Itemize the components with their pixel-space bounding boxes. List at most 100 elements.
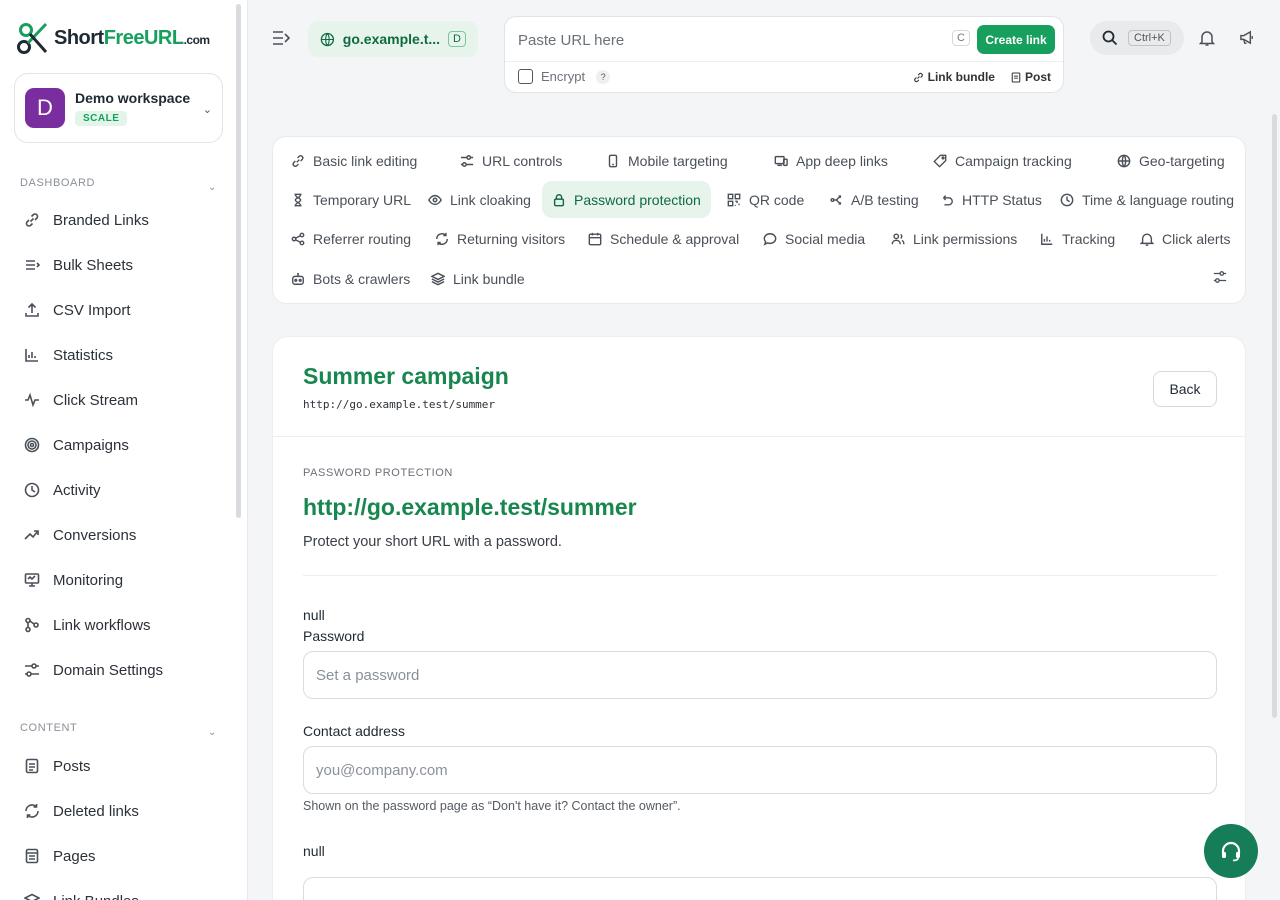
sidebar-item-label: Campaigns <box>53 436 129 454</box>
sidebar-item-label: Monitoring <box>53 571 124 589</box>
clock-icon <box>24 482 40 498</box>
chat-icon <box>763 232 777 246</box>
tab-mobile-targeting[interactable]: Mobile targeting <box>596 142 738 179</box>
post-button[interactable]: Post <box>1011 70 1051 84</box>
password-input[interactable]: Set a password <box>303 651 1217 699</box>
section-label-dashboard: DASHBOARD <box>20 177 96 189</box>
tab-campaign-tracking[interactable]: Campaign tracking <box>923 142 1082 179</box>
megaphone-icon[interactable] <box>1239 29 1256 46</box>
password-label: Password <box>303 628 365 644</box>
clock-icon <box>1060 193 1074 206</box>
search-shortcut: Ctrl+K <box>1128 30 1171 46</box>
tabs-settings-icon[interactable] <box>1213 270 1227 284</box>
search-button[interactable]: Ctrl+K <box>1090 21 1184 55</box>
short-url: http://go.example.test/summer <box>303 398 496 411</box>
sidebar-item-conversions[interactable]: Conversions <box>24 524 136 546</box>
tab-password-protection[interactable]: Password protection <box>542 181 711 218</box>
sidebar-item-domain-settings[interactable]: Domain Settings <box>24 659 163 681</box>
sidebar-item-pages[interactable]: Pages <box>24 845 96 867</box>
tab-referrer-routing[interactable]: Referrer routing <box>281 220 421 257</box>
tab-link-cloaking[interactable]: Link cloaking <box>418 181 541 218</box>
sidebar-item-csv-import[interactable]: CSV Import <box>24 299 131 321</box>
sidebar-item-statistics[interactable]: Statistics <box>24 344 113 366</box>
domain-name: go.example.t... <box>342 31 441 47</box>
tab-label: Temporary URL <box>313 191 412 208</box>
chevron-down-icon[interactable]: ⌄ <box>208 182 216 193</box>
tab-tracking[interactable]: Tracking <box>1030 220 1125 257</box>
tab-label: Time & language routing <box>1082 191 1235 208</box>
bell-icon[interactable] <box>1199 29 1215 47</box>
globe-icon <box>320 32 335 46</box>
support-button[interactable] <box>1204 824 1258 878</box>
divider <box>273 436 1245 437</box>
phone-icon <box>608 154 618 167</box>
tab-label: Link cloaking <box>450 191 531 208</box>
tab-geo-targeting[interactable]: Geo-targeting <box>1107 142 1235 179</box>
tab-label: Mobile targeting <box>628 152 728 169</box>
calendar-icon <box>588 232 602 245</box>
tab-link-bundle[interactable]: Link bundle <box>421 260 535 297</box>
link-icon <box>292 154 304 167</box>
chevron-down-icon[interactable]: ⌄ <box>208 727 216 738</box>
sidebar-item-deleted-links[interactable]: Deleted links <box>24 800 139 822</box>
back-button[interactable]: Back <box>1153 371 1217 407</box>
tab-a-b-testing[interactable]: A/B testing <box>819 181 929 218</box>
domain-selector[interactable]: go.example.t... D <box>308 21 478 57</box>
tab-label: Geo-targeting <box>1139 152 1225 169</box>
create-link-box: Paste URL here C Create link Encrypt ? L… <box>504 16 1064 93</box>
encrypt-option[interactable]: Encrypt ? <box>518 69 611 84</box>
sidebar-item-label: Link Bundles <box>53 893 139 900</box>
sidebar-item-branded-links[interactable]: Branded Links <box>24 209 149 231</box>
page-title: Summer campaign <box>303 363 509 389</box>
sidebar-item-link-workflows[interactable]: Link workflows <box>24 614 151 636</box>
tab-bots-crawlers[interactable]: Bots & crawlers <box>281 260 420 297</box>
url-input[interactable]: Paste URL here <box>518 32 624 49</box>
divider <box>303 575 1217 576</box>
encrypt-checkbox[interactable] <box>518 69 533 84</box>
tab-app-deep-links[interactable]: App deep links <box>764 142 898 179</box>
sidebar: ShortFreeURL.com D Demo workspace SCALE … <box>0 0 248 900</box>
sidebar-item-click-stream[interactable]: Click Stream <box>24 389 138 411</box>
sidebar-item-label: Pages <box>53 847 96 865</box>
sidebar-item-monitoring[interactable]: Monitoring <box>24 569 123 591</box>
logo-text: ShortFreeURL.com <box>54 26 210 49</box>
workspace-name: Demo workspace <box>75 90 191 106</box>
page-scrollbar[interactable] <box>1272 114 1277 718</box>
create-link-button[interactable]: Create link <box>977 25 1055 54</box>
sidebar-item-link-bundles[interactable]: Link Bundles <box>24 890 139 900</box>
trending-icon <box>24 530 39 540</box>
sidebar-scrollbar[interactable] <box>236 4 241 518</box>
devices-icon <box>774 155 788 166</box>
tab-qr-code[interactable]: QR code <box>717 181 814 218</box>
tab-social-media[interactable]: Social media <box>753 220 875 257</box>
field-heading: null <box>303 607 325 623</box>
link-icon <box>913 72 923 82</box>
qr-icon <box>727 193 741 206</box>
tab-http-status[interactable]: HTTP Status <box>930 181 1052 218</box>
link-bundle-button[interactable]: Link bundle <box>913 70 995 84</box>
workspace-switcher[interactable]: D Demo workspace SCALE ⌄ <box>14 73 223 143</box>
logo[interactable]: ShortFreeURL.com <box>16 20 210 56</box>
pulse-icon <box>25 392 39 408</box>
collapse-menu-icon[interactable] <box>272 30 290 46</box>
tab-temporary-url[interactable]: Temporary URL <box>281 181 421 218</box>
sidebar-item-activity[interactable]: Activity <box>24 479 101 501</box>
sidebar-item-posts[interactable]: Posts <box>24 755 91 777</box>
tab-click-alerts[interactable]: Click alerts <box>1130 220 1240 257</box>
sidebar-item-bulk-sheets[interactable]: Bulk Sheets <box>24 254 133 276</box>
sidebar-item-label: Branded Links <box>53 211 149 229</box>
tab-link-permissions[interactable]: Link permissions <box>881 220 1027 257</box>
help-icon[interactable]: ? <box>596 69 611 84</box>
sidebar-item-label: Bulk Sheets <box>53 256 134 274</box>
sidebar-item-label: Click Stream <box>53 391 139 409</box>
tab-returning-visitors[interactable]: Returning visitors <box>425 220 575 257</box>
sidebar-item-campaigns[interactable]: Campaigns <box>24 434 129 456</box>
tab-url-controls[interactable]: URL controls <box>450 142 572 179</box>
tab-basic-link-editing[interactable]: Basic link editing <box>281 142 427 179</box>
extra-input[interactable] <box>303 877 1217 900</box>
tab-label: Basic link editing <box>313 152 418 169</box>
tab-time-language-routing[interactable]: Time & language routing <box>1050 181 1244 218</box>
tab-schedule-approval[interactable]: Schedule & approval <box>578 220 749 257</box>
contact-input[interactable]: you@company.com <box>303 746 1217 794</box>
upload-icon <box>25 302 39 317</box>
